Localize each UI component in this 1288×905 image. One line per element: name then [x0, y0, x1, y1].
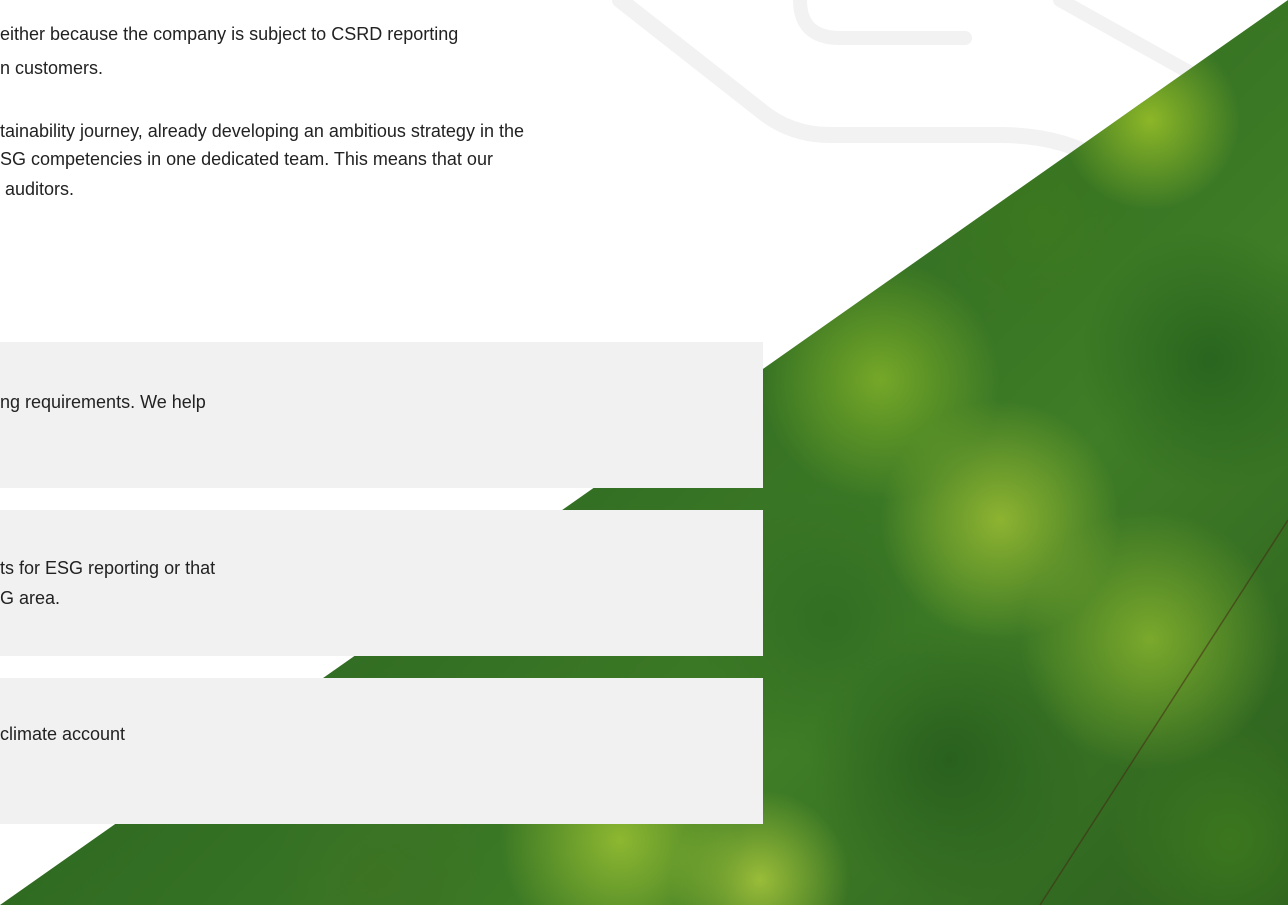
- service-card[interactable]: climate account: [0, 678, 763, 824]
- service-card[interactable]: ts for ESG reporting or that G area.: [0, 510, 763, 656]
- intro-line: either because the company is subject to…: [0, 24, 459, 44]
- intro-line: SG competencies in one dedicated team. T…: [0, 149, 493, 169]
- intro-line: auditors.: [0, 179, 75, 199]
- intro-line: tainability journey, already developing …: [0, 121, 524, 141]
- page: either because the company is subject to…: [0, 0, 1288, 905]
- card-text: G area.: [0, 588, 61, 608]
- card-text: ts for ESG reporting or that: [0, 558, 216, 578]
- card-text: ng requirements. We help: [0, 392, 206, 412]
- service-card[interactable]: ng requirements. We help: [0, 342, 763, 488]
- card-text: climate account: [0, 724, 126, 744]
- intro-line: n customers.: [0, 58, 104, 78]
